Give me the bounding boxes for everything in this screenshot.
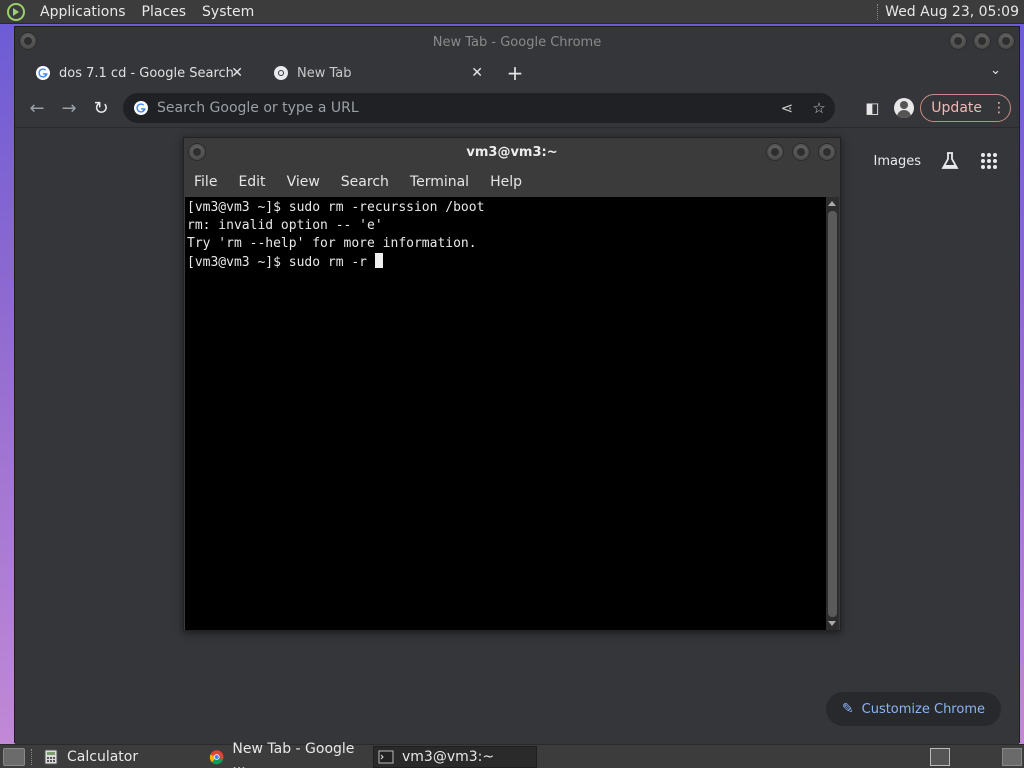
tab-label: dos 7.1 cd - Google Search <box>59 65 234 81</box>
taskbar-item-terminal[interactable]: vm3@vm3:~ <box>373 745 537 768</box>
profile-avatar-icon[interactable] <box>894 98 915 118</box>
close-window-button[interactable] <box>997 32 1015 50</box>
places-menu[interactable]: Places <box>134 4 195 20</box>
terminal-window: vm3@vm3:~ File Edit View Search Terminal… <box>183 137 841 631</box>
maximize-button[interactable] <box>792 143 810 161</box>
chrome-icon <box>209 749 224 764</box>
update-label: Update <box>931 100 982 116</box>
new-tab-plus-icon[interactable]: + <box>503 61 527 85</box>
images-link[interactable]: Images <box>874 154 922 169</box>
terminal-titlebar[interactable]: vm3@vm3:~ <box>184 138 840 166</box>
ntp-header-links: Images <box>874 150 1000 172</box>
chrome-icon <box>274 66 288 80</box>
customize-chrome-button[interactable]: ✎ Customize Chrome <box>825 692 1001 726</box>
bookmark-star-icon[interactable]: ☆ <box>803 99 835 117</box>
tab-strip: dos 7.1 cd - Google Search ✕ New Tab ✕ +… <box>15 57 1019 89</box>
panel-separator <box>31 748 33 765</box>
system-menu[interactable]: System <box>194 4 262 20</box>
bottom-panel: Calculator New Tab - Google ... vm3@vm3:… <box>0 741 1024 768</box>
tab-search-chevron-icon[interactable]: ⌄ <box>990 63 1001 78</box>
scroll-up-arrow-icon[interactable] <box>828 201 836 206</box>
more-menu-icon[interactable]: ⋮ <box>992 100 1006 116</box>
menu-edit[interactable]: Edit <box>238 174 265 190</box>
chrome-titlebar[interactable]: New Tab - Google Chrome <box>15 27 1019 57</box>
top-panel: Applications Places System Wed Aug 23, 0… <box>0 0 1024 24</box>
reload-icon[interactable]: ↻ <box>85 92 117 124</box>
menu-view[interactable]: View <box>287 174 320 190</box>
tab-new-tab[interactable]: New Tab ✕ <box>253 57 493 89</box>
text-cursor <box>374 253 383 268</box>
close-window-button[interactable] <box>818 143 836 161</box>
window-menu-button[interactable] <box>19 32 37 50</box>
task-label: New Tab - Google ... <box>232 740 355 768</box>
terminal-icon <box>378 750 394 763</box>
taskbar-item-calculator[interactable]: Calculator <box>39 746 199 768</box>
labs-flask-icon[interactable] <box>939 150 961 172</box>
customize-label: Customize Chrome <box>861 701 985 717</box>
omnibox-placeholder: Search Google or type a URL <box>157 100 359 116</box>
calculator-icon <box>44 749 58 764</box>
google-icon <box>36 66 50 80</box>
scrollbar-thumb[interactable] <box>828 211 837 617</box>
task-label: Calculator <box>67 748 139 765</box>
task-label: vm3@vm3:~ <box>402 748 495 765</box>
omnibox[interactable]: Search Google or type a URL ⋖ ☆ <box>123 93 835 123</box>
maximize-button[interactable] <box>973 32 991 50</box>
menu-file[interactable]: File <box>194 174 217 190</box>
terminal-menubar: File Edit View Search Terminal Help <box>184 170 840 194</box>
chrome-window-title: New Tab - Google Chrome <box>432 34 602 50</box>
minimize-button[interactable] <box>949 32 967 50</box>
close-tab-icon[interactable]: ✕ <box>231 65 243 81</box>
terminal-prompt-line: [vm3@vm3 ~]$ sudo rm -r <box>187 253 825 272</box>
tab-label: New Tab <box>297 65 352 81</box>
menu-help[interactable]: Help <box>490 174 522 190</box>
scroll-down-arrow-icon[interactable] <box>828 621 836 626</box>
show-desktop-icon[interactable] <box>3 747 25 766</box>
minimize-button[interactable] <box>766 143 784 161</box>
clock[interactable]: Wed Aug 23, 05:09 <box>885 4 1024 20</box>
omnibox-actions: ⋖ ☆ <box>771 99 835 117</box>
terminal-scrollbar[interactable] <box>826 197 839 630</box>
menu-search[interactable]: Search <box>341 174 389 190</box>
workspace-1[interactable] <box>930 747 950 766</box>
clock-area: Wed Aug 23, 05:09 <box>877 3 1024 20</box>
applications-menu[interactable]: Applications <box>32 4 134 20</box>
terminal-current-input: [vm3@vm3 ~]$ sudo rm -r <box>187 255 375 270</box>
pencil-icon: ✎ <box>841 701 854 717</box>
update-button[interactable]: Update ⋮ <box>920 94 1011 122</box>
taskbar-item-chrome[interactable]: New Tab - Google ... <box>205 741 367 768</box>
workspace-2[interactable] <box>1002 747 1022 766</box>
apps-grid-icon[interactable] <box>979 151 999 171</box>
terminal-line: [vm3@vm3 ~]$ sudo rm -recurssion /boot <box>187 200 485 215</box>
window-menu-button[interactable] <box>188 143 206 161</box>
back-arrow-icon[interactable]: ← <box>21 92 53 124</box>
side-panel-icon[interactable]: ◧ <box>856 99 888 117</box>
google-icon <box>134 101 148 115</box>
terminal-line: rm: invalid option -- 'e' <box>187 218 383 233</box>
share-icon[interactable]: ⋖ <box>771 99 803 117</box>
workspace-switcher <box>930 747 1024 766</box>
close-tab-icon[interactable]: ✕ <box>471 65 483 81</box>
panel-separator <box>877 3 879 20</box>
terminal-line: Try 'rm --help' for more information. <box>187 236 477 251</box>
tab-google-search[interactable]: dos 7.1 cd - Google Search ✕ <box>15 57 253 89</box>
terminal-output[interactable]: [vm3@vm3 ~]$ sudo rm -recurssion /boot rm… <box>185 197 827 630</box>
toolbar-right: ◧ Update ⋮ <box>856 93 1011 123</box>
menu-terminal[interactable]: Terminal <box>410 174 469 190</box>
distro-logo-icon[interactable] <box>6 2 26 22</box>
chrome-toolbar: ← → ↻ Search Google or type a URL ⋖ ☆ ◧ … <box>15 89 1019 127</box>
forward-arrow-icon[interactable]: → <box>53 92 85 124</box>
terminal-title: vm3@vm3:~ <box>466 144 558 160</box>
